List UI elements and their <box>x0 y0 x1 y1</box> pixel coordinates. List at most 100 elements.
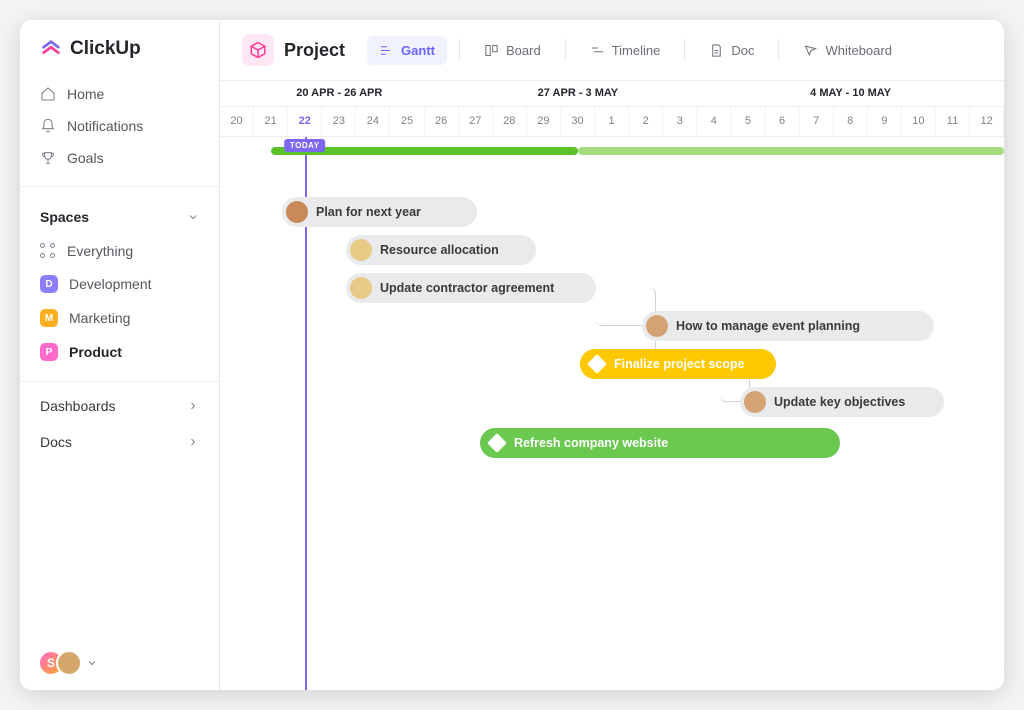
user-switcher[interactable]: S <box>20 650 219 676</box>
nav-home[interactable]: Home <box>28 78 211 110</box>
spaces-header[interactable]: Spaces <box>20 193 219 235</box>
task-bar[interactable]: Resource allocation <box>346 235 536 265</box>
view-tab-timeline[interactable]: Timeline <box>578 36 673 65</box>
task-bar[interactable]: How to manage event planning <box>642 311 934 341</box>
day-cell[interactable]: 3 <box>663 107 697 136</box>
assignee-avatar <box>350 239 372 261</box>
space-marketing-label: Marketing <box>69 310 130 326</box>
day-cell[interactable]: 27 <box>459 107 493 136</box>
caret-down-icon <box>86 657 98 669</box>
gantt-timeline: 20 APR - 26 APR27 APR - 3 MAY4 MAY - 10 … <box>220 81 1004 690</box>
day-cell[interactable]: 23 <box>322 107 356 136</box>
space-marketing[interactable]: M Marketing <box>20 301 219 335</box>
divider <box>20 186 219 187</box>
day-cell[interactable]: 28 <box>493 107 527 136</box>
day-cell[interactable]: 11 <box>936 107 970 136</box>
nav-notifications[interactable]: Notifications <box>28 110 211 142</box>
task-label: Update contractor agreement <box>380 281 554 295</box>
space-everything-label: Everything <box>67 243 133 259</box>
spaces-title: Spaces <box>40 209 89 225</box>
assignee-avatar <box>646 315 668 337</box>
chevron-right-icon <box>187 436 199 448</box>
divider <box>20 381 219 382</box>
view-tab-whiteboard[interactable]: Whiteboard <box>791 36 903 65</box>
dashboards-link[interactable]: Dashboards <box>20 388 219 424</box>
project-title-chip[interactable]: Project <box>242 34 345 66</box>
day-cell[interactable]: 8 <box>834 107 868 136</box>
day-cell[interactable]: 26 <box>425 107 459 136</box>
brand-logo[interactable]: ClickUp <box>20 38 219 78</box>
day-cell[interactable]: 22TODAY <box>288 107 322 136</box>
today-badge: TODAY <box>284 139 326 152</box>
docs-label: Docs <box>40 434 72 450</box>
space-development[interactable]: D Development <box>20 267 219 301</box>
nav-primary: Home Notifications Goals <box>20 78 219 174</box>
space-product[interactable]: P Product <box>20 335 219 369</box>
week-label: 4 MAY - 10 MAY <box>697 81 1004 106</box>
day-cell[interactable]: 6 <box>766 107 800 136</box>
day-cell[interactable]: 10 <box>902 107 936 136</box>
view-board-label: Board <box>506 43 541 58</box>
day-cell[interactable]: 20 <box>220 107 254 136</box>
task-label: Update key objectives <box>774 395 905 409</box>
task-label: Refresh company website <box>514 436 668 450</box>
divider <box>565 39 566 61</box>
day-cell[interactable]: 24 <box>356 107 390 136</box>
view-tab-board[interactable]: Board <box>472 36 553 65</box>
space-badge-p: P <box>40 343 58 361</box>
day-cell[interactable]: 4 <box>697 107 731 136</box>
diamond-icon <box>487 433 507 453</box>
topbar: Project Gantt Board Timeline Doc <box>220 20 1004 81</box>
whiteboard-icon <box>803 43 818 58</box>
day-cell[interactable]: 5 <box>731 107 765 136</box>
day-cell[interactable]: 21 <box>254 107 288 136</box>
avatar-stack: S <box>38 650 82 676</box>
view-whiteboard-label: Whiteboard <box>825 43 891 58</box>
nav-home-label: Home <box>67 86 104 102</box>
brand-name: ClickUp <box>70 38 141 60</box>
progress-remaining <box>578 147 1004 155</box>
day-cell[interactable]: 12 <box>970 107 1004 136</box>
nav-goals-label: Goals <box>67 150 104 166</box>
main: Project Gantt Board Timeline Doc <box>220 20 1004 690</box>
cube-icon <box>242 34 274 66</box>
docs-link[interactable]: Docs <box>20 424 219 460</box>
day-cell[interactable]: 7 <box>800 107 834 136</box>
timeline-icon <box>590 43 605 58</box>
nav-goals[interactable]: Goals <box>28 142 211 174</box>
task-label: Plan for next year <box>316 205 421 219</box>
task-label: Resource allocation <box>380 243 499 257</box>
day-cell[interactable]: 29 <box>527 107 561 136</box>
divider <box>684 39 685 61</box>
divider <box>459 39 460 61</box>
project-title: Project <box>284 40 345 61</box>
gantt-icon <box>379 43 394 58</box>
gantt-area[interactable]: Plan for next year Resource allocation Upd… <box>220 137 1004 690</box>
app-window: ClickUp Home Notifications Goals Spaces … <box>20 20 1004 690</box>
space-badge-m: M <box>40 309 58 327</box>
day-cell[interactable]: 1 <box>595 107 629 136</box>
task-bar[interactable]: Finalize project scope <box>580 349 776 379</box>
clickup-logo-icon <box>40 38 62 60</box>
task-bar[interactable]: Plan for next year <box>282 197 477 227</box>
view-tab-doc[interactable]: Doc <box>697 36 766 65</box>
grid-icon <box>40 243 56 259</box>
chevron-right-icon <box>187 400 199 412</box>
day-cell[interactable]: 25 <box>390 107 424 136</box>
nav-notifications-label: Notifications <box>67 118 143 134</box>
week-label: 27 APR - 3 MAY <box>459 81 698 106</box>
day-cell[interactable]: 2 <box>629 107 663 136</box>
task-connector <box>776 364 777 365</box>
trophy-icon <box>40 150 56 166</box>
day-cell[interactable]: 9 <box>868 107 902 136</box>
day-cell[interactable]: 30 <box>561 107 595 136</box>
home-icon <box>40 86 56 102</box>
view-tab-gantt[interactable]: Gantt <box>367 36 447 65</box>
task-bar[interactable]: Update key objectives <box>740 387 944 417</box>
task-bar[interactable]: Update contractor agreement <box>346 273 596 303</box>
avatar <box>56 650 82 676</box>
task-bar[interactable]: Refresh company website <box>480 428 840 458</box>
space-everything[interactable]: Everything <box>20 235 219 267</box>
week-label: 20 APR - 26 APR <box>220 81 459 106</box>
sidebar: ClickUp Home Notifications Goals Spaces … <box>20 20 220 690</box>
